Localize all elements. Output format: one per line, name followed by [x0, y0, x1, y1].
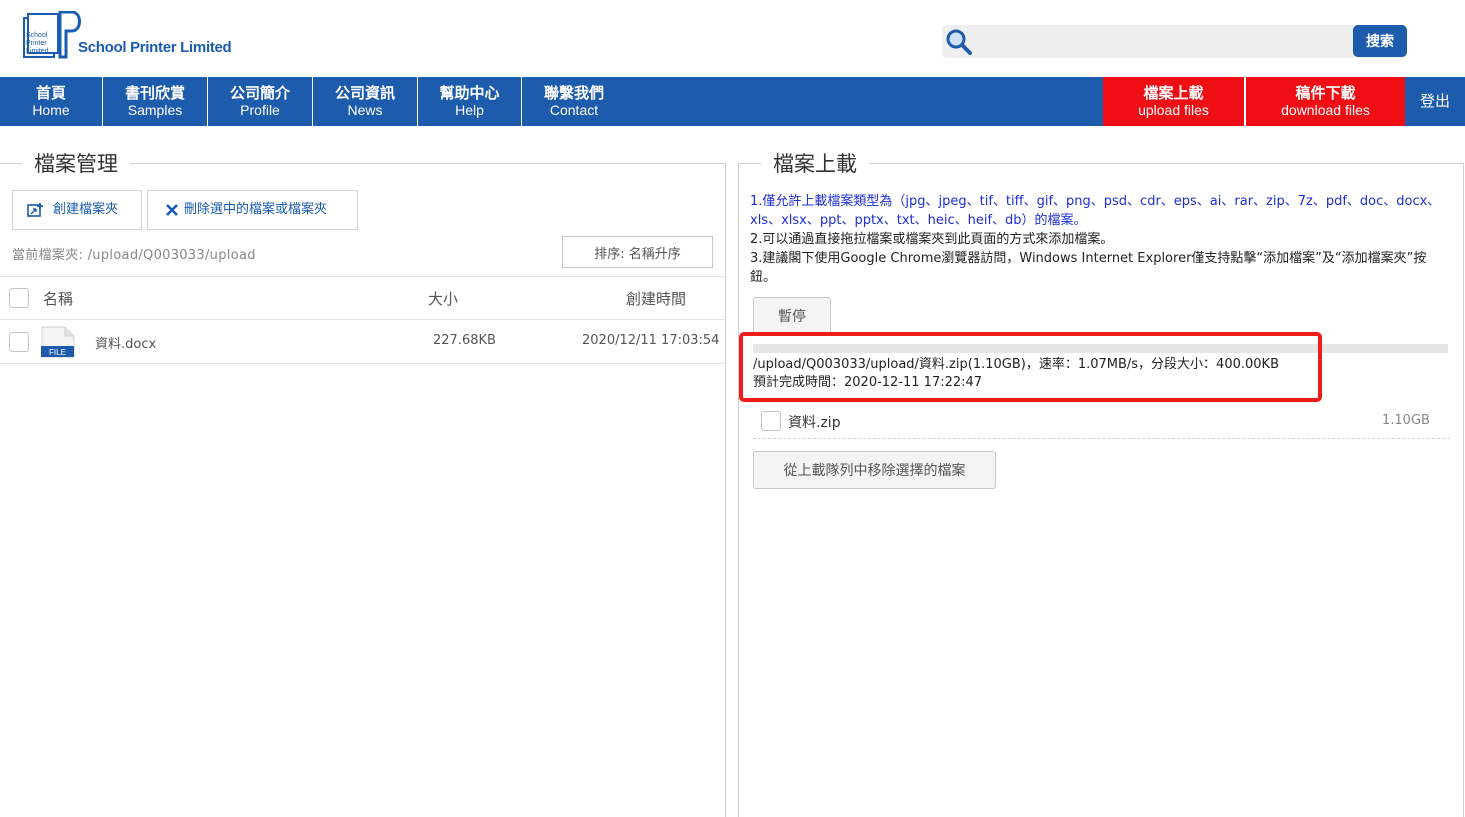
- table-divider: [0, 363, 725, 364]
- svg-text:School: School: [26, 32, 48, 39]
- upload-rule: 2.可以通過直接拖拉檔案或檔案夾到此頁面的方式來添加檔案。: [750, 232, 1114, 247]
- file-name[interactable]: 資料.docx: [95, 333, 156, 352]
- upload-rule: 1.僅允許上載檔案類型為（jpg、jpeg、tif、tiff、gif、png、p…: [750, 194, 1441, 228]
- add-folder-icon: [27, 202, 43, 217]
- nav-item-help[interactable]: 幫助中心 Help: [418, 77, 522, 126]
- nav-label-zh: 公司簡介: [229, 84, 290, 102]
- search-icon: [946, 29, 972, 55]
- panel-border-left: [738, 163, 739, 817]
- queue-divider: [753, 438, 1450, 439]
- logo-mark-icon: School Printer Limited: [23, 11, 81, 59]
- row-checkbox[interactable]: [9, 332, 29, 352]
- nav-label-en: download files: [1281, 102, 1370, 118]
- pause-button[interactable]: 暫停: [753, 297, 831, 335]
- column-header-created[interactable]: 創建時間: [626, 288, 686, 309]
- search-bar: 搜索: [942, 25, 1407, 58]
- queue-item-name: 資料.zip: [788, 415, 841, 431]
- nav-label-zh: 公司資訊: [334, 84, 395, 102]
- logout-link[interactable]: 登出: [1405, 77, 1465, 126]
- sort-button[interactable]: 排序: 名稱升序: [562, 236, 713, 268]
- nav-label-zh: 書刊欣賞: [124, 84, 185, 102]
- nav-label-en: Samples: [127, 102, 183, 118]
- queue-item-checkbox[interactable]: [761, 411, 781, 431]
- upload-rules: 1.僅允許上載檔案類型為（jpg、jpeg、tif、tiff、gif、png、p…: [750, 192, 1450, 287]
- file-created: 2020/12/11 17:03:54: [582, 333, 720, 348]
- file-manager-title: 檔案管理: [22, 151, 130, 177]
- nav-label-en: Contact: [549, 102, 599, 118]
- nav-label-en: Profile: [240, 102, 280, 118]
- nav-item-news[interactable]: 公司資訊 News: [313, 77, 418, 126]
- table-divider: [0, 276, 725, 277]
- delete-selected-button[interactable]: 刪除選中的檔案或檔案夾: [147, 190, 358, 230]
- nav-label-en: News: [347, 102, 383, 118]
- nav-label-en: Help: [455, 102, 484, 118]
- delete-selected-label: 刪除選中的檔案或檔案夾: [184, 202, 328, 217]
- nav-item-profile[interactable]: 公司簡介 Profile: [208, 77, 313, 126]
- nav-label-en: upload files: [1138, 102, 1209, 118]
- nav-item-contact[interactable]: 聯繫我們 Contact: [522, 77, 626, 126]
- select-all-checkbox[interactable]: [9, 288, 29, 308]
- panel-border-right: [725, 163, 726, 817]
- svg-text:FILE: FILE: [49, 348, 66, 357]
- close-icon: [166, 203, 178, 216]
- nav-upload-files[interactable]: 檔案上載 upload files: [1103, 77, 1245, 126]
- search-input[interactable]: [976, 27, 1350, 56]
- file-icon: FILE: [41, 326, 75, 358]
- nav-label-zh: 聯繫我們: [543, 84, 604, 102]
- nav-download-files[interactable]: 稿件下載 download files: [1245, 77, 1405, 126]
- remove-from-queue-button[interactable]: 從上載隊列中移除選擇的檔案: [753, 451, 996, 489]
- nav-label-en: Home: [32, 102, 70, 118]
- table-divider: [0, 319, 725, 320]
- svg-text:Limited: Limited: [26, 48, 49, 55]
- logo-text: School Printer Limited: [78, 39, 232, 56]
- site-header: School Printer Limited School Printer Li…: [0, 0, 1465, 77]
- current-folder-path: 當前檔案夾: /upload/Q003033/upload: [12, 248, 256, 263]
- create-folder-label: 創建檔案夾: [53, 202, 119, 217]
- annotation-highlight-box: [739, 332, 1322, 402]
- create-folder-button[interactable]: 創建檔案夾: [12, 190, 142, 230]
- nav-item-home[interactable]: 首頁 Home: [0, 77, 103, 126]
- uploader-title: 檔案上載: [761, 151, 869, 177]
- column-header-name[interactable]: 名稱: [43, 288, 73, 309]
- queue-item-size: 1.10GB: [1382, 413, 1430, 428]
- panel-border-right: [1463, 163, 1464, 817]
- nav-item-samples[interactable]: 書刊欣賞 Samples: [103, 77, 208, 126]
- site-logo[interactable]: School Printer Limited School Printer Li…: [22, 11, 232, 59]
- upload-rule: 3.建議閣下使用Google Chrome瀏覽器訪問，Windows Inter…: [750, 251, 1427, 285]
- search-button[interactable]: 搜索: [1353, 25, 1407, 57]
- main-nav: 首頁 Home 書刊欣賞 Samples 公司簡介 Profile 公司資訊 N…: [0, 77, 1465, 126]
- nav-label-zh: 首頁: [35, 84, 66, 102]
- file-size: 227.68KB: [433, 333, 496, 348]
- svg-text:Printer: Printer: [26, 40, 47, 47]
- nav-label-zh: 稿件下載: [1295, 84, 1356, 102]
- nav-label-zh: 檔案上載: [1143, 84, 1204, 102]
- nav-label-zh: 幫助中心: [439, 84, 500, 102]
- column-header-size[interactable]: 大小: [428, 288, 458, 309]
